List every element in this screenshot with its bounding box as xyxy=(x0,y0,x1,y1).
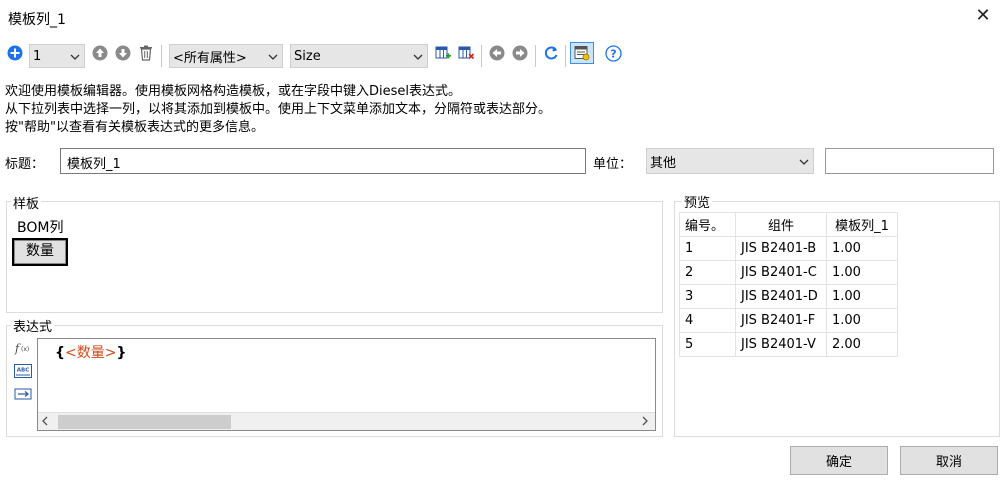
property-select[interactable]: Size xyxy=(290,44,428,68)
expression-field[interactable]: <数量> xyxy=(65,345,116,361)
window-title: 模板列_1 xyxy=(8,12,66,28)
preview-toggle-icon[interactable] xyxy=(570,42,594,64)
intro-text: 欢迎使用模板编辑器。使用模板网格构造模板，或在字段中键入Diesel表达式。 从… xyxy=(5,83,551,137)
property-select-value: Size xyxy=(294,48,321,64)
move-down-icon[interactable] xyxy=(114,44,132,62)
table-cell: 1.00 xyxy=(826,236,898,261)
table-row: 2 JIS B2401-C 1.00 xyxy=(679,260,898,285)
table-cell: 5 xyxy=(679,332,736,357)
intro-line-1: 欢迎使用模板编辑器。使用模板网格构造模板，或在字段中键入Diesel表达式。 xyxy=(5,84,462,99)
table-cell: 2 xyxy=(679,260,736,285)
header-number: 编号。 xyxy=(679,212,736,237)
forward-icon[interactable] xyxy=(511,44,529,62)
table-cell: 1 xyxy=(679,236,736,261)
table-row: 1 JIS B2401-B 1.00 xyxy=(679,236,898,261)
close-icon[interactable]: ✕ xyxy=(973,6,993,26)
brace-open: { xyxy=(55,345,65,361)
table-cell: 1.00 xyxy=(826,308,898,333)
sample-group xyxy=(6,201,663,313)
svg-text:(x): (x) xyxy=(21,346,29,353)
svg-text:f: f xyxy=(14,342,21,355)
add-icon[interactable] xyxy=(6,44,24,62)
unit-label: 单位： xyxy=(593,157,633,172)
move-up-icon[interactable] xyxy=(91,44,109,62)
table-cell: 3 xyxy=(679,284,736,309)
separator-icon[interactable] xyxy=(14,386,32,402)
unit-select[interactable]: 其他 xyxy=(646,148,814,174)
table-cell: JIS B2401-D xyxy=(735,284,827,309)
toolbar-separator xyxy=(535,45,536,67)
table-row: 5 JIS B2401-V 2.00 xyxy=(679,332,898,357)
unit-select-value: 其他 xyxy=(650,155,677,171)
help-icon[interactable]: ? xyxy=(604,44,622,62)
chevron-down-icon xyxy=(66,50,84,63)
chevron-down-icon xyxy=(795,155,813,168)
scroll-left-icon[interactable] xyxy=(41,416,49,429)
quantity-chip[interactable]: 数量 xyxy=(12,238,68,266)
brace-close: } xyxy=(116,345,127,361)
level-select-value: 1 xyxy=(33,48,42,64)
svg-text:?: ? xyxy=(610,47,616,60)
unit-extra-field[interactable] xyxy=(825,148,994,174)
toolbar-separator xyxy=(481,45,482,67)
sample-group-title: 样板 xyxy=(11,193,42,212)
preview-table: 编号。 组件 模板列_1 1 JIS B2401-B 1.00 2 JIS B2… xyxy=(679,212,898,357)
header-component: 组件 xyxy=(735,212,827,237)
table-row: 3 JIS B2401-D 1.00 xyxy=(679,284,898,309)
preview-group-title: 预览 xyxy=(682,192,713,211)
intro-line-2: 从下拉列表中选择一列，以将其添加到模板中。使用上下文菜单添加文本，分隔符或表达部… xyxy=(5,102,552,117)
table-cell: 4 xyxy=(679,308,736,333)
table-cell: 1.00 xyxy=(826,260,898,285)
ok-button[interactable]: 确定 xyxy=(790,446,888,475)
chevron-down-icon xyxy=(264,50,282,63)
property-filter-select[interactable]: <所有属性> xyxy=(169,44,283,68)
scroll-thumb[interactable] xyxy=(58,415,231,429)
insert-column-icon[interactable] xyxy=(434,44,452,62)
delete-column-icon[interactable] xyxy=(457,44,475,62)
title-label: 标题： xyxy=(5,157,45,172)
chevron-down-icon xyxy=(409,50,427,63)
title-field[interactable]: 模板列_1 xyxy=(60,148,586,174)
toolbar-separator xyxy=(565,45,566,67)
delete-icon[interactable] xyxy=(137,44,155,62)
header-template-column: 模板列_1 xyxy=(826,212,898,237)
cancel-button[interactable]: 取消 xyxy=(900,446,998,475)
back-icon[interactable] xyxy=(488,44,506,62)
scroll-right-icon[interactable] xyxy=(641,416,649,429)
level-select[interactable]: 1 xyxy=(29,44,85,68)
intro-line-3: 按"帮助"以查看有关模板表达式的更多信息。 xyxy=(5,120,264,135)
table-cell: JIS B2401-F xyxy=(735,308,827,333)
table-cell: JIS B2401-C xyxy=(735,260,827,285)
table-cell: 2.00 xyxy=(826,332,898,357)
bom-column-label: BOM列 xyxy=(17,220,64,236)
expression-group-title: 表达式 xyxy=(11,316,55,335)
refresh-icon[interactable] xyxy=(542,44,560,62)
table-cell: JIS B2401-V xyxy=(735,332,827,357)
property-filter-value: <所有属性> xyxy=(173,50,247,66)
svg-text:ABC: ABC xyxy=(17,368,30,374)
table-cell: 1.00 xyxy=(826,284,898,309)
toolbar-separator xyxy=(161,45,162,67)
expression-editor[interactable]: {<数量>} xyxy=(37,338,656,431)
function-icon[interactable]: f (x) xyxy=(14,340,32,356)
table-row: 4 JIS B2401-F 1.00 xyxy=(679,308,898,333)
preview-header-row: 编号。 组件 模板列_1 xyxy=(679,212,898,237)
horizontal-scrollbar[interactable] xyxy=(38,412,655,430)
table-cell: JIS B2401-B xyxy=(735,236,827,261)
text-abc-icon[interactable]: ABC xyxy=(14,363,32,379)
expression-text: {<数量>} xyxy=(55,342,126,362)
